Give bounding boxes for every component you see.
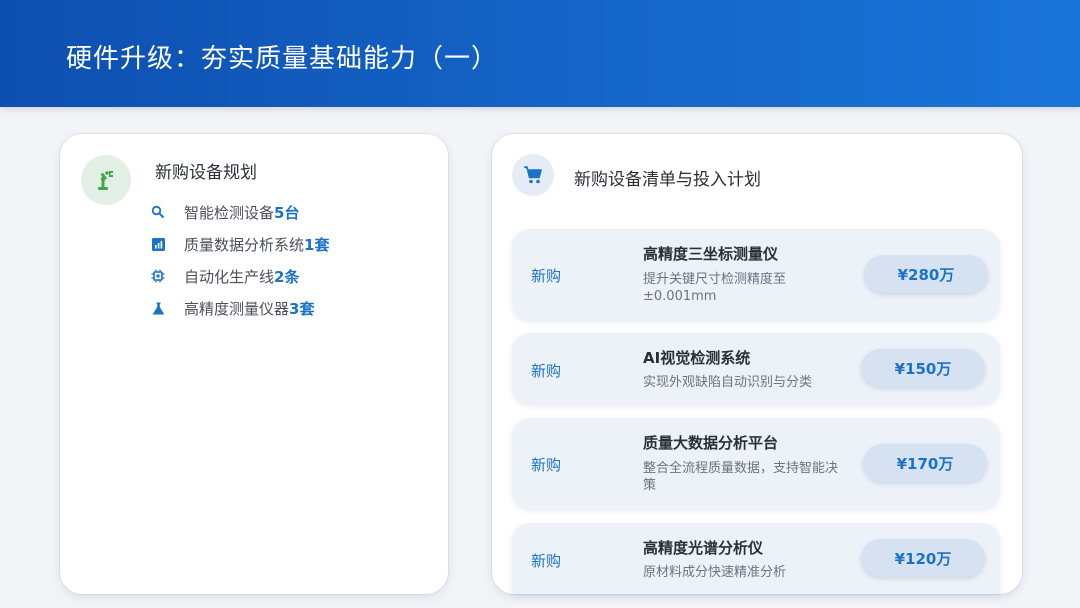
plan-item-inspection: 智能检测设备5台 (148, 196, 329, 228)
equipment-plan-title: 新购设备规划 (155, 163, 257, 183)
row-name: 高精度光谱分析仪 (643, 539, 764, 557)
price-badge: ¥280万 (864, 255, 988, 293)
plan-item-label: 质量数据分析系统 (184, 235, 305, 254)
price-badge: ¥120万 (861, 539, 985, 577)
equipment-list-card: 新购设备清单与投入计划 新购 高精度三坐标测量仪 提升关键尺寸检测精度至±0.0… (492, 134, 1022, 594)
row-desc: 实现外观缺陷自动识别与分类 (643, 375, 813, 390)
row-tag: 新购 (531, 456, 562, 474)
plan-item-count: 1套 (304, 235, 330, 254)
row-name: 高精度三坐标测量仪 (643, 245, 779, 263)
page-title: 硬件升级：夯实质量基础能力（一） (66, 44, 499, 74)
robot-arm-icon (81, 155, 131, 205)
plan-item-analytics: 质量数据分析系统1套 (148, 228, 329, 260)
row-tag: 新购 (531, 267, 562, 285)
equipment-row: 新购 质量大数据分析平台 整合全流程质量数据，支持智能决策 ¥170万 (512, 418, 1000, 509)
plan-item-automation: 自动化生产线2条 (148, 260, 329, 292)
equipment-row: 新购 高精度光谱分析仪 原材料成分快速精准分析 ¥120万 (512, 523, 1000, 594)
bar-chart-icon (148, 234, 168, 254)
row-desc: 原材料成分快速精准分析 (643, 565, 787, 580)
plan-item-label: 高精度测量仪器 (184, 299, 290, 318)
equipment-row: 新购 高精度三坐标测量仪 提升关键尺寸检测精度至±0.001mm ¥280万 (512, 229, 1000, 320)
plan-item-label: 智能检测设备 (184, 203, 275, 222)
plan-item-count: 3套 (289, 299, 315, 318)
row-tag: 新购 (531, 552, 562, 570)
equipment-row: 新购 AI视觉检测系统 实现外观缺陷自动识别与分类 ¥150万 (512, 333, 1000, 404)
equipment-plan-list: 智能检测设备5台 质量数据分析系统1套 自动化生产线2条 高精度测量仪器3套 (148, 196, 329, 324)
plan-item-instruments: 高精度测量仪器3套 (148, 292, 329, 324)
plan-item-label: 自动化生产线 (184, 267, 275, 286)
header-bar: 硬件升级：夯实质量基础能力（一） (0, 0, 1080, 107)
plan-item-count: 5台 (274, 203, 300, 222)
plan-item-count: 2条 (274, 267, 300, 286)
row-desc: 提升关键尺寸检测精度至±0.001mm (643, 272, 787, 304)
equipment-list-title: 新购设备清单与投入计划 (574, 170, 761, 190)
row-name: AI视觉检测系统 (643, 349, 751, 367)
row-tag: 新购 (531, 362, 562, 380)
equipment-plan-card: 新购设备规划 智能检测设备5台 质量数据分析系统1套 自动化生产线2条 高精度测… (60, 134, 448, 594)
row-name: 质量大数据分析平台 (643, 434, 779, 452)
cart-icon (512, 154, 554, 196)
flask-icon (148, 298, 168, 318)
chip-icon (148, 266, 168, 286)
search-icon (148, 202, 168, 222)
price-badge: ¥150万 (861, 349, 985, 387)
row-desc: 整合全流程质量数据，支持智能决策 (643, 461, 839, 493)
price-badge: ¥170万 (863, 444, 987, 482)
